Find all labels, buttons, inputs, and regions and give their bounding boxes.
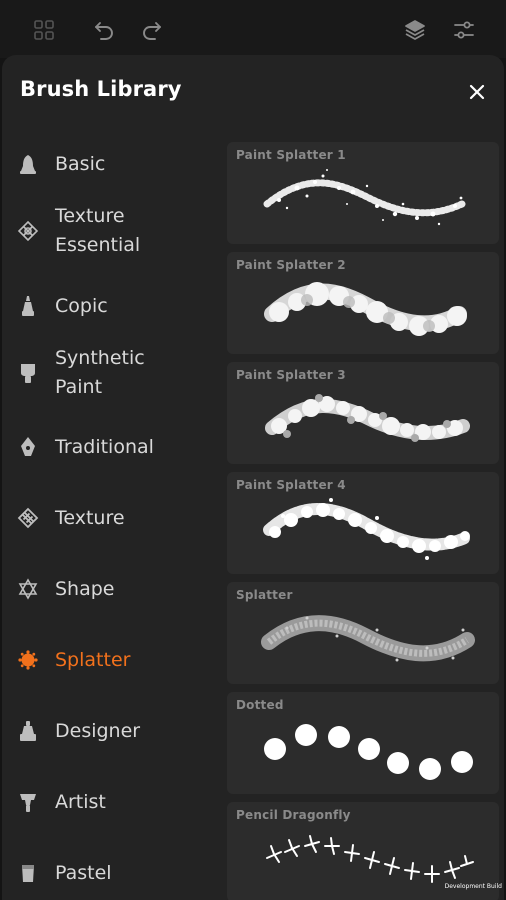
brush-name: Paint Splatter 3 [236,368,346,382]
brush-name: Paint Splatter 2 [236,258,346,272]
top-toolbar [0,0,506,58]
brush-card-dotted[interactable]: Dotted [227,692,499,794]
close-button[interactable] [462,77,492,107]
pen-nib-icon [16,435,40,459]
category-pastel[interactable]: Pastel [2,858,218,888]
category-shape[interactable]: Shape [2,574,218,604]
brush-card-paint-splatter-4[interactable]: Paint Splatter 4 [227,472,499,574]
category-traditional[interactable]: Traditional [2,432,218,462]
category-label: Synthetic Paint [55,347,145,398]
grid-icon [34,20,54,40]
category-label: Splatter [55,648,131,671]
category-label: Copic [55,294,108,317]
dev-build-label: Development Build [444,883,502,890]
adjust-button[interactable] [446,12,482,48]
bell-brush-icon [16,152,40,176]
undo-icon [95,22,113,40]
brush-card-splatter[interactable]: Splatter [227,582,499,684]
designer-icon [16,719,40,743]
layers-icon [405,20,425,40]
close-icon [469,84,485,100]
category-designer[interactable]: Designer [2,716,218,746]
splatter-icon [16,648,40,672]
category-label: Basic [55,152,106,175]
category-basic[interactable]: Basic [2,149,218,179]
category-texture-essential[interactable]: Texture Essential [2,201,218,261]
grid-button[interactable] [26,12,62,48]
panel-title: Brush Library [20,77,182,101]
brush-name: Pencil Dragonfly [236,808,351,822]
category-label: Texture [55,506,125,529]
pastel-icon [16,861,40,885]
category-label: Traditional [55,435,154,458]
brush-name: Paint Splatter 4 [236,478,346,492]
texture-essential-icon [16,219,40,243]
adjust-icon [454,21,474,39]
brush-card-paint-splatter-3[interactable]: Paint Splatter 3 [227,362,499,464]
redo-icon [143,22,161,40]
brush-card-paint-splatter-1[interactable]: Paint Splatter 1 [227,142,499,244]
layers-button[interactable] [397,12,433,48]
copic-marker-icon [16,294,40,318]
category-artist[interactable]: Artist [2,787,218,817]
brush-library-panel: Brush Library Basic Texture Essential Co… [2,55,504,900]
category-list: Basic Texture Essential Copic Synthetic … [2,125,218,900]
category-label: Shape [55,577,115,600]
brush-card-paint-splatter-2[interactable]: Paint Splatter 2 [227,252,499,354]
artist-icon [16,790,40,814]
brush-name: Dotted [236,698,284,712]
brush-name: Paint Splatter 1 [236,148,346,162]
category-copic[interactable]: Copic [2,291,218,321]
category-label: Pastel [55,861,112,884]
category-texture[interactable]: Texture [2,503,218,533]
paint-brush-icon [16,361,40,385]
category-label: Texture Essential [55,205,141,256]
category-splatter[interactable]: Splatter [2,645,218,675]
brush-name: Splatter [236,588,293,602]
texture-icon [16,506,40,530]
undo-button[interactable] [86,12,122,48]
redo-button[interactable] [134,12,170,48]
category-label: Designer [55,719,141,742]
category-label: Artist [55,790,106,813]
category-synthetic-paint[interactable]: Synthetic Paint [2,343,218,403]
shape-icon [16,577,40,601]
